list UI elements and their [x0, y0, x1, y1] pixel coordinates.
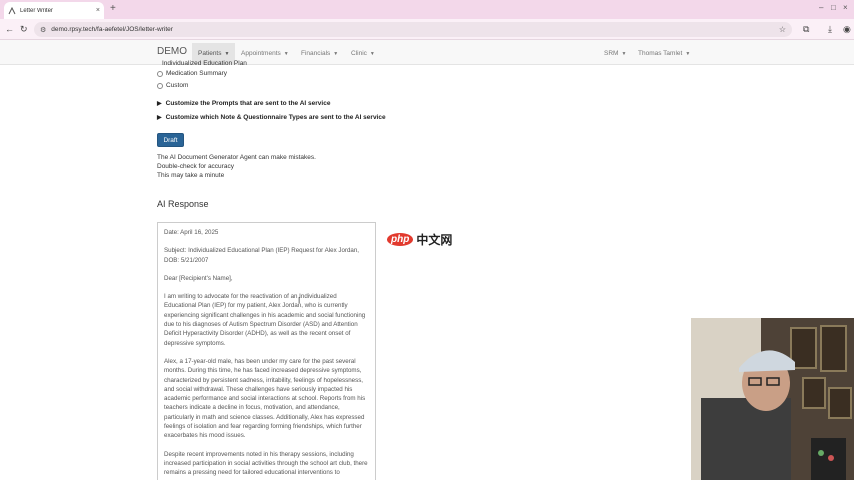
chevron-right-icon: ▶ [157, 115, 162, 121]
extensions-icon[interactable]: ⧉ [803, 24, 809, 35]
draft-button[interactable]: Draft [157, 133, 184, 147]
clipped-option-label: Individualized Education Plan [162, 60, 247, 65]
download-icon[interactable]: ⤓ [828, 24, 832, 35]
ai-response-textarea[interactable]: Date: April 16, 2025 Subject: Individual… [157, 222, 376, 480]
response-paragraph: Alex, a 17-year-old male, has been under… [164, 357, 366, 440]
accuracy-note: Double-check for accuracy [157, 163, 234, 170]
new-tab-button[interactable]: + [110, 3, 116, 14]
watermark-php: php [387, 233, 414, 246]
nav-label: Clinic [351, 50, 367, 57]
response-paragraph: Despite recent improvements noted in his… [164, 450, 368, 477]
reload-icon[interactable]: ↻ [20, 24, 28, 35]
app-navbar: DEMO Patients ▼ Appointments ▼ Financials ▼… [0, 40, 854, 65]
disclaimer-text: The AI Document Generator Agent can make… [157, 154, 316, 161]
watermark-logo: php 中文网 [387, 231, 452, 248]
chevron-down-icon: ▼ [333, 50, 339, 57]
text-cursor-icon: I [298, 296, 301, 305]
back-arrow-icon[interactable]: ← [5, 24, 14, 34]
response-paragraph: Date: April 16, 2025 [164, 229, 219, 236]
radio-label: Custom [166, 82, 189, 89]
tab-title: Letter Writer [20, 7, 53, 14]
radio-label: Medication Summary [166, 70, 228, 77]
nav-srm[interactable]: SRM ▼ [598, 43, 632, 64]
ai-response-title: AI Response [157, 199, 209, 209]
nav-label: Financials [301, 50, 331, 57]
chevron-right-icon: ▶ [157, 101, 162, 107]
customize-prompts-toggle[interactable]: ▶ Customize the Prompts that are sent to… [157, 100, 330, 107]
chevron-down-icon: ▼ [685, 50, 691, 57]
url-text[interactable]: demo.rpsy.tech/fa-aefetel/JOS/letter-wri… [51, 26, 779, 33]
collapsible-label: Customize the Prompts that are sent to t… [165, 100, 331, 107]
bookmark-star-icon[interactable]: ☆ [779, 25, 786, 34]
brand-logo[interactable]: DEMO [157, 46, 187, 57]
window-close-button[interactable]: × [843, 3, 848, 12]
nav-label: Patients [198, 50, 222, 57]
response-paragraph: Dear [Recipient's Name], [164, 274, 233, 282]
radio-button[interactable] [157, 82, 163, 89]
nav-clinic[interactable]: Clinic ▼ [345, 43, 381, 64]
chevron-down-icon: ▼ [224, 50, 230, 57]
webcam-overlay [691, 318, 854, 480]
chevron-down-icon: ▼ [369, 50, 375, 57]
radio-button[interactable] [157, 70, 163, 77]
response-paragraph: Subject: Individualized Educational Plan… [164, 247, 360, 264]
chevron-down-icon: ▼ [621, 50, 627, 57]
nav-financials[interactable]: Financials ▼ [295, 43, 344, 64]
customize-note-types-toggle[interactable]: ▶ Customize which Note & Questionnaire T… [157, 114, 386, 121]
nav-label: Thomas Tamlet [638, 50, 683, 57]
wait-note: This may take a minute [157, 172, 225, 179]
nav-user-menu[interactable]: Thomas Tamlet ▼ [632, 43, 696, 64]
chevron-down-icon: ▼ [283, 50, 289, 57]
watermark-text: 中文网 [416, 233, 453, 247]
response-paragraph: I am writing to advocate for the reactiv… [164, 293, 366, 347]
browser-tab-strip: Letter Writer × + – □ × [0, 0, 854, 19]
nav-label: SRM [604, 50, 619, 57]
restore-button[interactable]: □ [831, 3, 836, 12]
collapsible-label: Customize which Note & Questionnaire Typ… [165, 114, 386, 121]
tab-close-icon[interactable]: × [96, 7, 100, 14]
nav-label: Appointments [241, 50, 281, 57]
page-favicon-icon [8, 6, 16, 15]
minimize-button[interactable]: – [819, 3, 823, 12]
address-bar[interactable]: ⚙ demo.rpsy.tech/fa-aefetel/JOS/letter-w… [34, 22, 792, 37]
radio-medication-summary[interactable]: Medication Summary [157, 70, 227, 77]
radio-custom[interactable]: Custom [157, 82, 188, 89]
profile-icon[interactable]: ◉ [843, 24, 851, 35]
site-info-icon[interactable]: ⚙ [40, 26, 46, 34]
address-bar-row: ← ↻ ⚙ demo.rpsy.tech/fa-aefetel/JOS/lett… [0, 19, 854, 40]
browser-tab[interactable]: Letter Writer × [4, 2, 104, 19]
